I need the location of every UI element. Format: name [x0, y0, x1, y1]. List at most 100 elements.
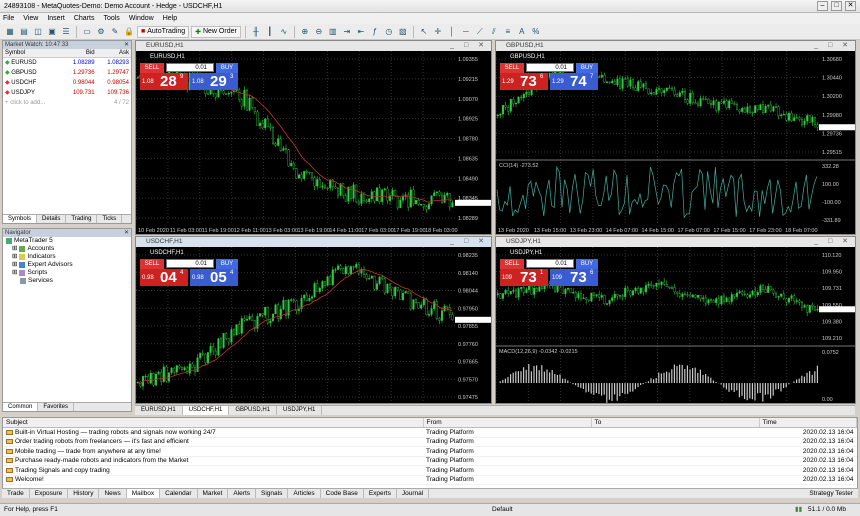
nav-item-accounts[interactable]: ⊞ Accounts: [6, 245, 131, 253]
expand-icon[interactable]: ⊞: [12, 261, 17, 269]
tab-ticks[interactable]: Ticks: [97, 215, 123, 223]
tab-alerts[interactable]: Alerts: [228, 489, 257, 498]
text-icon[interactable]: A: [516, 26, 528, 37]
tab-trade[interactable]: Trade: [2, 489, 30, 498]
vertical-line-icon[interactable]: │: [446, 26, 458, 37]
terminal-icon[interactable]: ▭: [81, 26, 93, 37]
lock-icon[interactable]: 🔒: [123, 26, 135, 37]
lot-size-input[interactable]: 0.01: [526, 259, 574, 268]
maximize-button[interactable]: □: [831, 1, 842, 11]
expand-icon[interactable]: ⊞: [12, 269, 17, 277]
expand-icon[interactable]: ⊞: [12, 245, 17, 253]
col-ask[interactable]: Ask: [96, 49, 131, 58]
sell-quote[interactable]: 0.98 04 4: [140, 269, 188, 286]
tab-articles[interactable]: Articles: [288, 489, 321, 498]
zoom-in-icon[interactable]: ⊕: [299, 26, 311, 37]
table-row[interactable]: ◆ GBPUSD 1.29736 1.29747: [3, 68, 131, 78]
periods-icon[interactable]: ◷: [383, 26, 395, 37]
channel-icon[interactable]: ⫽: [488, 26, 500, 37]
table-row[interactable]: Welcome! Trading Platform 2020.02.13 16:04: [3, 475, 857, 485]
sell-quote[interactable]: 1.29 73 6: [500, 73, 548, 90]
autoscroll-icon[interactable]: ⇥: [341, 26, 353, 37]
chart-window-gbpusd[interactable]: GBPUSD,H1 _ □ ✕ 1.30680 1.30440 1.30200 1.29…: [495, 40, 856, 235]
tab-calendar[interactable]: Calendar: [160, 489, 198, 498]
trendline-icon[interactable]: ⟋: [474, 26, 486, 37]
close-button[interactable]: ✕: [845, 1, 856, 11]
horizontal-line-icon[interactable]: ─: [460, 26, 472, 37]
window-buttons[interactable]: _ □ ✕: [450, 237, 488, 247]
tab-favorites[interactable]: Favorites: [38, 403, 75, 411]
tile-windows-icon[interactable]: ▥: [327, 26, 339, 37]
chart-window-usdjpy[interactable]: USDJPY,H1 _ □ ✕ 110.120 109.950 109.731 109.…: [495, 236, 856, 404]
editor-icon[interactable]: ✎: [109, 26, 121, 37]
fibonacci-icon[interactable]: ≡: [502, 26, 514, 37]
window-buttons[interactable]: _ □ ✕: [450, 41, 488, 51]
chart-window-usdchf[interactable]: USDCHF,H1 _ □ ✕ 0.98235 0.98140 0.98044 0.97…: [135, 236, 492, 404]
table-row[interactable]: Built-in Virtual Hosting — trading robot…: [3, 427, 857, 438]
add-symbol-row[interactable]: + click to add... 4 / 72: [3, 98, 131, 108]
autotrading-button[interactable]: ■ AutoTrading: [137, 25, 190, 38]
menu-insert[interactable]: Insert: [47, 15, 65, 22]
menu-help[interactable]: Help: [163, 15, 177, 22]
chart-tab-eurusd[interactable]: EURUSD,H1: [135, 406, 183, 415]
buy-button[interactable]: BUY: [216, 259, 238, 269]
chart-shift-icon[interactable]: ⇤: [355, 26, 367, 37]
window-buttons[interactable]: _ □ ✕: [814, 41, 852, 51]
nav-item-indicators[interactable]: ⊞ Indicators: [6, 253, 131, 261]
candle-chart-icon[interactable]: ┃: [264, 26, 276, 37]
chart-tab-usdjpy[interactable]: USDJPY,H1: [277, 406, 323, 415]
buy-button[interactable]: BUY: [216, 63, 238, 73]
menu-file[interactable]: File: [3, 15, 14, 22]
buy-quote[interactable]: 0.98 05 4: [190, 269, 238, 286]
menu-view[interactable]: View: [23, 15, 38, 22]
tab-journal[interactable]: Journal: [397, 489, 430, 498]
cursor-icon[interactable]: ↖: [418, 26, 430, 37]
line-chart-icon[interactable]: ∿: [278, 26, 290, 37]
tab-market[interactable]: Market: [198, 489, 229, 498]
sell-button[interactable]: SELL: [500, 259, 524, 269]
table-row[interactable]: ◆ USDJPY 109.731 109.736: [3, 88, 131, 98]
strategy-tester-icon[interactable]: ⚙: [95, 26, 107, 37]
menu-window[interactable]: Window: [129, 15, 154, 22]
sell-quote[interactable]: 1.08 28 9: [140, 73, 188, 90]
nav-item-scripts[interactable]: ⊞ Scripts: [6, 269, 131, 277]
tab-news[interactable]: News: [99, 489, 127, 498]
menu-tools[interactable]: Tools: [103, 15, 119, 22]
table-row[interactable]: Mobile trading — trade from anywhere at …: [3, 446, 857, 457]
buy-button[interactable]: BUY: [576, 259, 598, 269]
buy-quote[interactable]: 1.29 74 7: [550, 73, 598, 90]
nav-item-experts[interactable]: ⊞ Expert Advisors: [6, 261, 131, 269]
lot-size-input[interactable]: 0.01: [526, 63, 574, 72]
lot-size-input[interactable]: 0.01: [166, 259, 214, 268]
table-row[interactable]: ◆ USDCHF 0.98044 0.98054: [3, 78, 131, 88]
col-bid[interactable]: Bid: [62, 49, 97, 58]
table-row[interactable]: Purchase ready-made robots and indicator…: [3, 456, 857, 466]
tab-common[interactable]: Common: [3, 403, 39, 411]
tab-codebase[interactable]: Code Base: [321, 489, 364, 498]
sell-button[interactable]: SELL: [140, 259, 164, 269]
new-chart-icon[interactable]: ▦: [4, 26, 16, 37]
nav-item-services[interactable]: Services: [6, 277, 131, 285]
tab-signals[interactable]: Signals: [256, 489, 289, 498]
close-icon[interactable]: ✕: [124, 41, 129, 49]
templates-icon[interactable]: ▧: [397, 26, 409, 37]
sell-button[interactable]: SELL: [140, 63, 164, 73]
shapes-icon[interactable]: %: [530, 26, 542, 37]
buy-quote[interactable]: 109 73 6: [550, 269, 598, 286]
menu-charts[interactable]: Charts: [74, 15, 95, 22]
sell-button[interactable]: SELL: [500, 63, 524, 73]
new-order-button[interactable]: ✚ New Order: [191, 25, 241, 38]
data-window-icon[interactable]: ▣: [46, 26, 58, 37]
buy-quote[interactable]: 1.08 29 3: [190, 73, 238, 90]
col-to[interactable]: To: [591, 418, 760, 428]
tab-trading[interactable]: Trading: [66, 215, 98, 223]
zoom-out-icon[interactable]: ⊖: [313, 26, 325, 37]
col-from[interactable]: From: [423, 418, 592, 428]
chart-tab-gbpusd[interactable]: GBPUSD,H1: [229, 406, 278, 415]
col-symbol[interactable]: Symbol: [3, 49, 63, 58]
navigator-icon[interactable]: ☰: [60, 26, 72, 37]
table-row[interactable]: ◆ EURUSD 1.08289 1.08293: [3, 58, 131, 68]
indicators-icon[interactable]: ƒ: [369, 26, 381, 37]
tab-exposure[interactable]: Exposure: [30, 489, 69, 498]
market-watch-icon[interactable]: ◫: [32, 26, 44, 37]
